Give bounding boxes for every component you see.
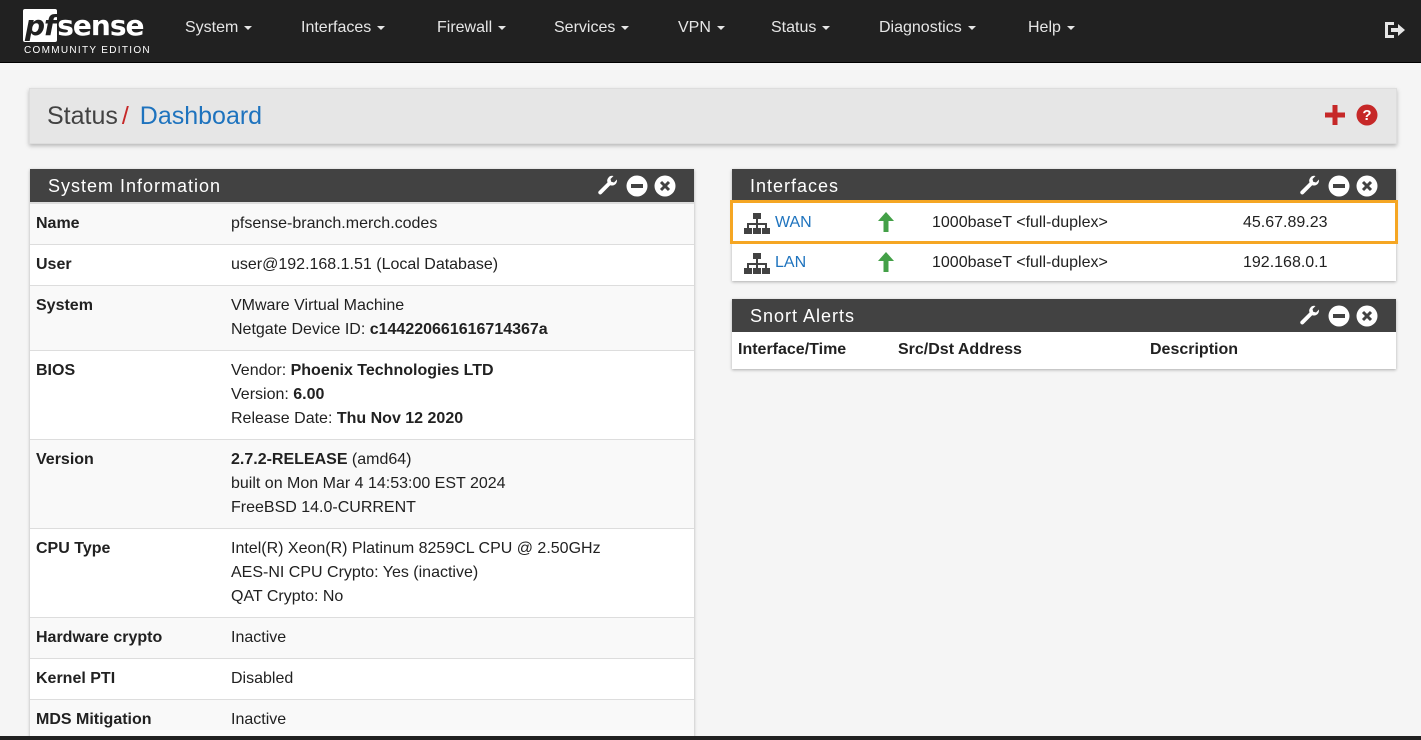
close-icon[interactable] — [654, 175, 676, 197]
nav-menu-system[interactable]: System — [185, 19, 253, 37]
bottom-edge — [0, 736, 1421, 740]
minimize-icon[interactable] — [1328, 305, 1350, 327]
interface-ip: 45.67.89.23 — [1243, 214, 1328, 231]
table-row: Hardware crypto Inactive — [30, 617, 694, 659]
caret-down-icon — [967, 25, 976, 30]
nav-menu-firewall[interactable]: Firewall — [437, 19, 507, 37]
nav-menu-help[interactable]: Help — [1028, 19, 1075, 37]
caret-down-icon — [716, 25, 725, 30]
table-row: CPU Type Intel(R) Xeon(R) Platinum 8259C… — [30, 529, 694, 618]
interface-row-wan: WAN 1000baseT <full-duplex> 45.67.89.23 — [730, 200, 1398, 244]
nav-menu-diagnostics[interactable]: Diagnostics — [879, 19, 976, 37]
interfaces-widget: Interfaces WAN 1000baseT <full-duplex> 4… — [730, 169, 1398, 282]
table-row: MDS Mitigation Inactive — [30, 699, 694, 740]
brand-logo-text: pfsense — [23, 9, 144, 42]
caret-down-icon — [244, 25, 253, 30]
nav-menu-vpn[interactable]: VPN — [678, 19, 725, 37]
caret-down-icon — [377, 25, 386, 30]
column-header[interactable]: Src/Dst Address — [898, 341, 1022, 359]
system-information-widget: System Information Name pfsense-branch.m… — [30, 169, 694, 740]
nav-menu-status[interactable]: Status — [771, 19, 831, 37]
wrench-icon[interactable] — [1298, 174, 1322, 198]
network-icon — [744, 213, 770, 234]
interface-ip: 192.168.0.1 — [1243, 254, 1328, 271]
caret-down-icon — [498, 25, 507, 30]
interface-row-lan: LAN 1000baseT <full-duplex> 192.168.0.1 — [732, 242, 1396, 282]
breadcrumb-separator: / — [121, 102, 129, 130]
breadcrumb: Status / Dashboard ? — [29, 88, 1397, 144]
table-row: System VMware Virtual Machine Netgate Dev… — [30, 285, 694, 351]
widget-title: Interfaces — [750, 176, 840, 196]
pfsense-logo[interactable]: pfsense COMMUNITY EDITION — [23, 9, 153, 59]
wrench-icon[interactable] — [596, 174, 620, 198]
svg-text:?: ? — [1362, 107, 1371, 124]
close-icon[interactable] — [1356, 175, 1378, 197]
table-row: Name pfsense-branch.merch.codes — [30, 203, 694, 245]
widget-header: Interfaces — [732, 169, 1396, 202]
widget-title: System Information — [48, 176, 222, 196]
minimize-icon[interactable] — [626, 175, 648, 197]
interface-media: 1000baseT <full-duplex> — [932, 214, 1108, 231]
nav-menu-interfaces[interactable]: Interfaces — [301, 19, 386, 37]
help-icon[interactable]: ? — [1356, 104, 1378, 126]
arrow-up-icon — [878, 252, 894, 272]
system-info-table: Name pfsense-branch.merch.codes User use… — [30, 202, 694, 740]
interface-media: 1000baseT <full-duplex> — [932, 254, 1108, 271]
snort-table-header: Interface/Time Src/Dst Address Descripti… — [732, 332, 1396, 369]
breadcrumb-section[interactable]: Status — [47, 102, 118, 130]
table-row: Kernel PTI Disabled — [30, 659, 694, 700]
logout-icon[interactable] — [1382, 18, 1406, 42]
minimize-icon[interactable] — [1328, 175, 1350, 197]
network-icon — [744, 253, 770, 274]
nav-menu-services[interactable]: Services — [554, 19, 630, 37]
column-header[interactable]: Description — [1150, 341, 1238, 359]
interface-link-lan[interactable]: LAN — [775, 254, 806, 272]
table-row: Version 2.7.2-RELEASE (amd64) built on Mo… — [30, 439, 694, 529]
top-navbar: pfsense COMMUNITY EDITION System Interfa… — [0, 0, 1421, 63]
caret-down-icon — [822, 25, 831, 30]
widget-header: System Information — [30, 169, 694, 202]
snort-alerts-widget: Snort Alerts Interface/Time Src/Dst Addr… — [732, 299, 1396, 369]
breadcrumb-page[interactable]: Dashboard — [140, 102, 262, 130]
close-icon[interactable] — [1356, 305, 1378, 327]
interface-link-wan[interactable]: WAN — [775, 214, 812, 232]
wrench-icon[interactable] — [1298, 304, 1322, 328]
caret-down-icon — [1066, 25, 1075, 30]
arrow-up-icon — [878, 212, 894, 232]
table-row: BIOS Vendor: Phoenix Technologies LTD Ver… — [30, 351, 694, 440]
widget-header: Snort Alerts — [732, 299, 1396, 332]
caret-down-icon — [621, 25, 630, 30]
add-widget-icon[interactable] — [1324, 104, 1346, 126]
table-row: User user@192.168.1.51 (Local Database) — [30, 245, 694, 286]
widget-title: Snort Alerts — [750, 306, 856, 326]
column-header[interactable]: Interface/Time — [738, 341, 846, 359]
brand-subtitle: COMMUNITY EDITION — [24, 45, 151, 56]
